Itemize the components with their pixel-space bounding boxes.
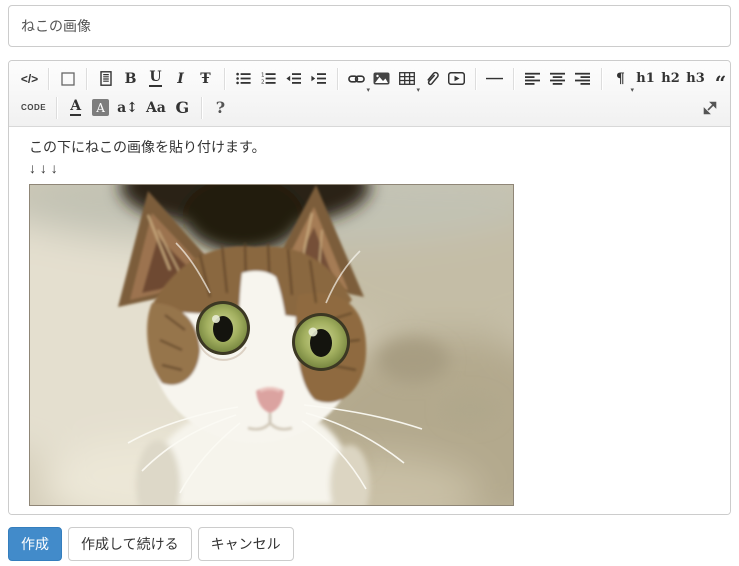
fullscreen-icon: [61, 72, 75, 86]
align-right-icon: [575, 72, 590, 85]
code-view-icon: </>: [21, 73, 38, 85]
create-and-continue-button[interactable]: 作成して続ける: [68, 527, 192, 561]
strikethrough-button[interactable]: Ŧ: [193, 66, 218, 92]
table-icon: [399, 72, 415, 85]
paragraph-style-button[interactable]: ¶ ▾: [608, 66, 633, 92]
help-icon: ?: [216, 100, 225, 116]
heading3-button[interactable]: h3: [683, 66, 708, 92]
toolbar-row-2: CODE A A a↕ Aa G: [17, 93, 722, 122]
image-button[interactable]: [369, 66, 394, 92]
font-color-icon: A: [70, 99, 81, 116]
background-color-button[interactable]: A: [88, 95, 113, 121]
code-block-button[interactable]: CODE: [17, 95, 50, 121]
document-format-button[interactable]: [93, 66, 118, 92]
numbered-list-icon: 1 2: [261, 72, 276, 85]
font-size-button[interactable]: Aa: [142, 95, 170, 121]
content-paragraph: この下にねこの画像を貼り付けます。: [29, 137, 710, 158]
toolbar-separator: [56, 97, 57, 119]
svg-text:1: 1: [261, 73, 265, 79]
rich-text-editor: </>: [8, 60, 731, 515]
bullet-list-button[interactable]: [231, 66, 256, 92]
line-height-icon: a↕: [117, 101, 138, 115]
link-icon: [348, 73, 365, 85]
create-button[interactable]: 作成: [8, 527, 62, 561]
italic-icon: I: [177, 72, 184, 86]
attachment-button[interactable]: [419, 66, 444, 92]
fullscreen-button[interactable]: [55, 66, 80, 92]
link-button[interactable]: ▾: [344, 66, 369, 92]
heading2-button[interactable]: h2: [658, 66, 683, 92]
indent-button[interactable]: [306, 66, 331, 92]
toolbar-row-1: </>: [17, 64, 722, 93]
font-size-icon: Aa: [146, 101, 166, 115]
underline-button[interactable]: U: [143, 66, 168, 92]
toolbar-separator: [224, 68, 225, 90]
code-view-button[interactable]: </>: [17, 66, 42, 92]
form-actions: 作成 作成して続ける キャンセル: [8, 527, 731, 561]
content-arrows: ↓ ↓ ↓: [29, 158, 710, 179]
table-button[interactable]: ▾: [394, 66, 419, 92]
bullet-list-icon: [236, 72, 251, 85]
h1-icon: h1: [636, 72, 655, 85]
toolbar-separator: [86, 68, 87, 90]
page: </>: [0, 0, 739, 566]
italic-button[interactable]: I: [168, 66, 193, 92]
toolbar-separator: [475, 68, 476, 90]
indent-icon: [311, 72, 326, 85]
toolbar-separator: [513, 68, 514, 90]
code-block-icon: CODE: [21, 103, 46, 112]
align-left-icon: [525, 72, 540, 85]
blockquote-button[interactable]: “: [708, 66, 731, 92]
resize-editor-button[interactable]: [697, 95, 722, 121]
toolbar-separator: [201, 97, 202, 119]
expand-icon: [703, 101, 717, 115]
title-input[interactable]: [8, 5, 731, 47]
strikethrough-icon: Ŧ: [200, 72, 210, 86]
horizontal-rule-button[interactable]: [482, 66, 507, 92]
heading1-button[interactable]: h1: [633, 66, 658, 92]
bold-icon: B: [125, 72, 137, 86]
toolbar-separator: [48, 68, 49, 90]
h3-icon: h3: [686, 72, 705, 85]
toolbar-separator: [601, 68, 602, 90]
cat-photo[interactable]: [29, 184, 514, 506]
font-g-icon: G: [176, 100, 190, 116]
paragraph-icon: ¶: [616, 72, 625, 86]
numbered-list-button[interactable]: 1 2: [256, 66, 281, 92]
bold-button[interactable]: B: [118, 66, 143, 92]
editor-content-area[interactable]: この下にねこの画像を貼り付けます。 ↓ ↓ ↓: [9, 127, 730, 514]
video-icon: [448, 72, 465, 85]
video-button[interactable]: [444, 66, 469, 92]
outdent-icon: [286, 72, 301, 85]
align-center-button[interactable]: [545, 66, 570, 92]
toolbar-separator: [337, 68, 338, 90]
svg-text:2: 2: [261, 79, 265, 85]
editor-toolbar: </>: [9, 61, 730, 127]
outdent-button[interactable]: [281, 66, 306, 92]
cancel-button[interactable]: キャンセル: [198, 527, 294, 561]
image-icon: [373, 72, 390, 85]
align-right-button[interactable]: [570, 66, 595, 92]
paperclip-icon: [425, 71, 439, 86]
horizontal-rule-icon: [486, 72, 503, 85]
align-left-button[interactable]: [520, 66, 545, 92]
font-g-button[interactable]: G: [170, 95, 195, 121]
line-height-button[interactable]: a↕: [113, 95, 142, 121]
align-center-icon: [550, 72, 565, 85]
underline-icon: U: [149, 70, 161, 87]
font-color-button[interactable]: A: [63, 95, 88, 121]
document-format-icon: [99, 71, 113, 86]
quote-icon: “: [715, 78, 727, 88]
help-button[interactable]: ?: [208, 95, 233, 121]
h2-icon: h2: [661, 72, 680, 85]
background-color-icon: A: [92, 99, 109, 116]
